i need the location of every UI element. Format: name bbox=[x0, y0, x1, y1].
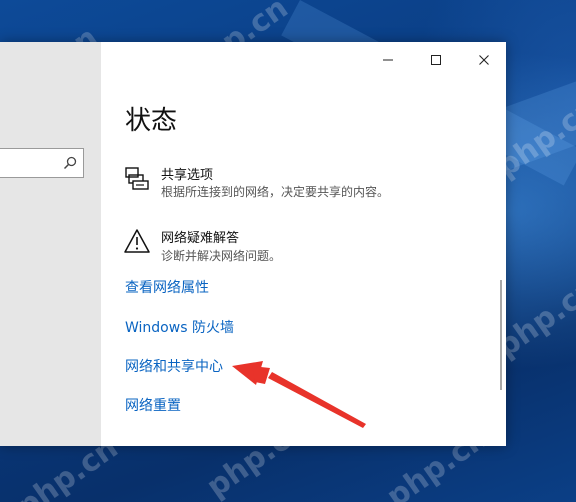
close-button[interactable] bbox=[470, 50, 498, 70]
view-network-properties-link[interactable]: 查看网络属性 bbox=[125, 277, 209, 297]
network-troubleshooter-title[interactable]: 网络疑难解答 bbox=[161, 227, 239, 246]
sidebar bbox=[0, 42, 101, 446]
page-title: 状态 bbox=[125, 106, 178, 136]
windows-firewall-link[interactable]: Windows 防火墙 bbox=[125, 317, 234, 337]
network-sharing-center-link[interactable]: 网络和共享中心 bbox=[125, 356, 223, 376]
network-reset-link[interactable]: 网络重置 bbox=[125, 395, 181, 415]
maximize-icon bbox=[431, 55, 441, 65]
sharing-options-icon[interactable] bbox=[124, 166, 152, 192]
search-input[interactable] bbox=[0, 148, 84, 178]
search-icon[interactable] bbox=[63, 156, 77, 170]
close-icon bbox=[479, 55, 489, 65]
scrollbar[interactable] bbox=[500, 280, 502, 390]
settings-window: 状态 共享选项 根据所连接到的网络，决定要共享的内容。 网络疑难解答 诊断并解决… bbox=[0, 42, 506, 446]
sharing-options-title[interactable]: 共享选项 bbox=[161, 164, 213, 183]
network-troubleshooter-description: 诊断并解决网络问题。 bbox=[161, 249, 282, 263]
minimize-icon bbox=[383, 59, 393, 61]
warning-triangle-icon[interactable] bbox=[123, 228, 151, 254]
sharing-options-description: 根据所连接到的网络，决定要共享的内容。 bbox=[161, 185, 390, 199]
maximize-button[interactable] bbox=[422, 50, 450, 70]
minimize-button[interactable] bbox=[374, 50, 402, 70]
